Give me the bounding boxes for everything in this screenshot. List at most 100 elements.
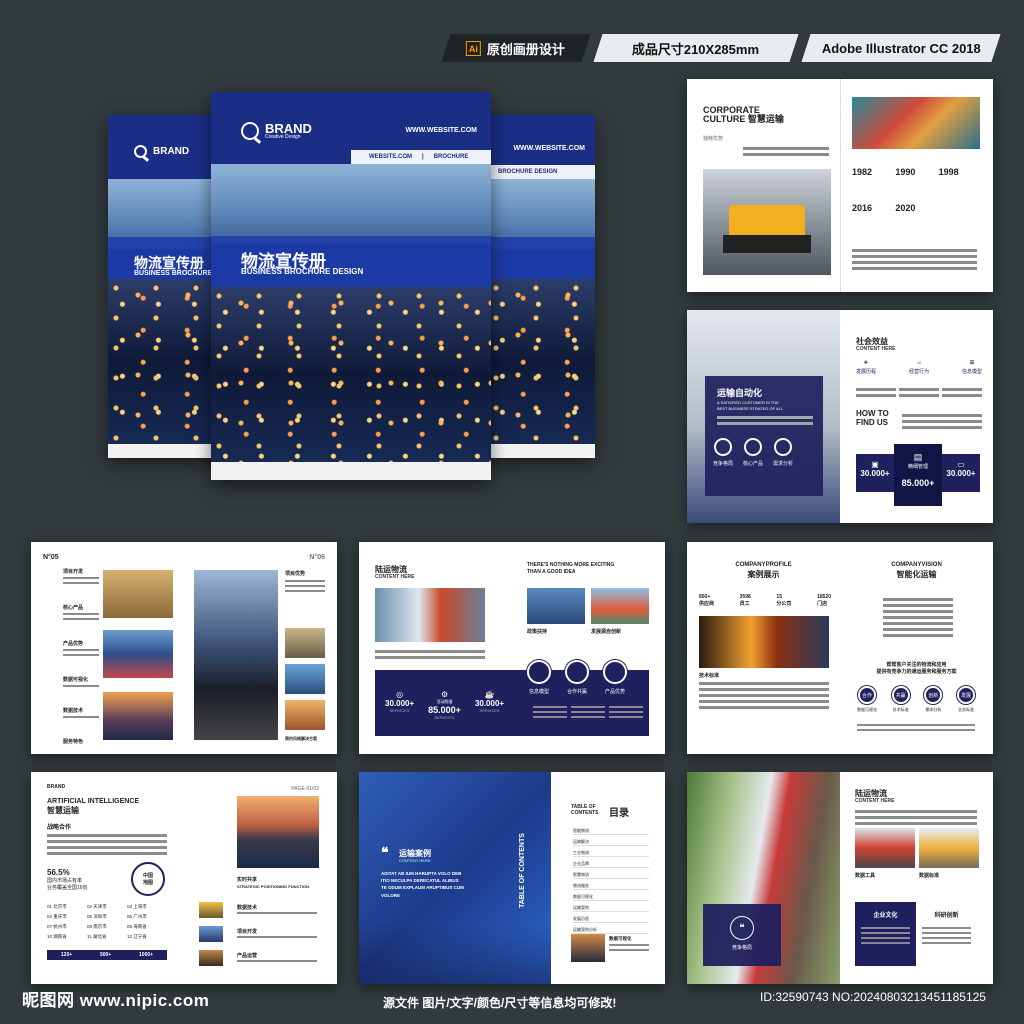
spread-land-logistics: 陆运物流 CONTENT HERE THERE'S NOTHING MORE E… — [359, 542, 665, 754]
spread-n05: N°05 N°06 项目开发 核心产品 产品优势 数据可视化 数据技术 服务特色… — [31, 542, 337, 754]
ai-right-item-5: 产品运营 — [237, 953, 258, 959]
brand-logo-icon — [241, 122, 259, 140]
train-truck-photo — [855, 828, 915, 868]
train-cap2: 数据标准 — [919, 873, 940, 879]
small-photo-3 — [285, 700, 325, 730]
target-icon: ◎ — [396, 690, 404, 699]
culture-robot-photo — [703, 169, 831, 275]
land-train-photo — [375, 588, 485, 642]
small-photo-2 — [285, 664, 325, 694]
list-icon: ☰ — [969, 360, 975, 366]
spread1-right-label: 项目优势 — [285, 571, 306, 577]
toc-list: 智能物流 运输解决 工业物流 企业品牌 智慧物流 物流服务 数据可视化 运输案例… — [573, 828, 649, 934]
spread-corporate-culture: CORPORATE CULTURE 智慧运输 独特优势 1982 1990 19… — [687, 79, 993, 292]
footer-id: ID:32590743 NO:20240803213451185125 — [760, 990, 986, 1004]
small-photo-1 — [285, 628, 325, 658]
profile-nums: 850+ 供应商 3598 员工 15 分公司 18520 门店 — [699, 594, 831, 607]
spread-company-profile: COMPANYPROFILE 案例展示 850+ 供应商 3598 员工 15 分公司 … — [687, 542, 993, 754]
land-cap2: 发展源自创新 — [591, 629, 622, 635]
cover-front-brand: BRAND Creative Design — [241, 122, 312, 140]
train-subtitle: CONTENT HERE — [855, 798, 895, 804]
cover-back-right: WWW.WEBSITE.COM BROCHURE DESIGN — [488, 115, 595, 458]
plane-ship-photo — [194, 570, 278, 740]
social-stat-right: ▭ 30.000+ — [942, 454, 980, 492]
profile-quote: 帮帮客户关注的物流和应用 提供有竞争力的通运服务和服务方案 — [876, 662, 957, 675]
social-items: ✈ 发展历程 ☺ 经营行为 ☰ 信息模型 — [856, 360, 982, 375]
gear-icon: ⚙ — [440, 690, 449, 699]
cover-back-right-bar: BROCHURE DESIGN — [498, 169, 558, 175]
banner-design-tag: Ai 原创画册设计 — [441, 34, 591, 62]
ai-page: PAGE-01/02 — [291, 786, 319, 792]
ai-pct: 56.5% — [47, 868, 70, 877]
land-cap1: 政策扶持 — [527, 629, 548, 635]
social-how: HOW TO FIND US — [856, 409, 889, 427]
people-icon — [744, 438, 763, 456]
social-subtitle: CONTENT HERE — [856, 346, 896, 352]
cover-back-left-subtitle: BUSINESS BROCHURE — [134, 270, 213, 277]
train-bottom-panel: 企业文化 科研创新 — [855, 902, 977, 966]
cover-front: BRAND Creative Design WWW.WEBSITE.COM WE… — [211, 92, 491, 480]
gear-icon — [714, 438, 732, 456]
profile-circles: 合作 数据可视化 共赢 技术标准 创新 需求分析 发展 业务标准 — [857, 686, 975, 713]
ai-right-item-3: 数据技术 — [237, 905, 258, 911]
ai-right-item-1: 实时共享 — [237, 877, 258, 883]
profile-right-title: COMPANYVISION 智能化运输 — [891, 562, 942, 579]
ai-map-circle: 中国 地图 — [131, 862, 165, 896]
toc-side-text: TABLE OF CONTENTS — [519, 833, 526, 908]
ai-right-item-4: 项目开发 — [237, 929, 258, 935]
ship-photo — [103, 692, 173, 740]
user-icon: ☺ — [916, 360, 922, 366]
spread1-page-right: N°06 — [309, 554, 325, 561]
settings-icon — [603, 660, 627, 684]
ai-sub: 战略合作 — [47, 825, 72, 831]
cover-back-left-brand: BRAND — [134, 145, 189, 158]
cup-icon: ☕ — [484, 690, 495, 699]
land-subtitle: CONTENT HERE — [375, 574, 415, 580]
culture-years: 1982 1990 1998 2016 2020 — [852, 167, 959, 213]
document-icon: ▤ — [913, 452, 923, 462]
cover-back-right-website: WWW.WEBSITE.COM — [513, 145, 585, 152]
monitor-icon: ▭ — [957, 460, 965, 469]
spread1-labels: 项目开发 核心产品 产品优势 数据可视化 数据技术 服务特色 — [63, 568, 99, 745]
spread-social-benefit: 运输自动化 A SATISFIED CUSTOMER IS THE BEST BU… — [687, 310, 993, 523]
train-cap1: 数据工具 — [855, 873, 876, 879]
ai-pct-text: 国内市场占有率 业务覆盖全国16省 — [47, 878, 88, 891]
spread1-page-left: N°05 — [43, 554, 59, 561]
banner-design-text: 原创画册设计 — [487, 41, 566, 57]
cover-front-bar: WEBSITE.COM|BROCHURE DESIGN — [351, 150, 491, 174]
toc-case-sub: CONTENT HERE — [399, 858, 431, 863]
location-icon — [527, 660, 551, 684]
toc-thumb — [571, 934, 605, 962]
land-photo-b — [591, 588, 649, 624]
banner-size-text: 成品尺寸210X285mm — [632, 41, 760, 57]
chart-icon — [774, 438, 793, 456]
cover-front-website: WWW.WEBSITE.COM — [405, 127, 477, 134]
cover-front-subtitle: BUSINESS BROCHURE DESIGN — [241, 267, 364, 276]
brand-logo-icon — [134, 145, 147, 158]
spread-train: ❝ 竞争格局 陆运物流 CONTENT HERE 数据工具 数据标准 企业文化 … — [687, 772, 993, 984]
ai-ship-photo — [237, 796, 319, 868]
ai-title: ARTIFICIAL INTELLIGENCE 智慧运输 — [47, 798, 140, 816]
land-stats-panel: ◎ 30.000+ SERVICES ⚙ 活动频道 85.000+ SERVICES ☕ 3… — [375, 660, 649, 736]
social-auto-panel: 运输自动化 A SATISFIED CUSTOMER IS THE BEST BU… — [705, 376, 823, 496]
spread-table-of-contents: ❝ 运输案例 CONTENT HERE ADITAT AB IUM HARUPT… — [359, 772, 665, 984]
warehouse-photo — [103, 570, 173, 618]
plane-icon: ✈ — [863, 360, 869, 366]
train-worker-photo — [919, 828, 979, 868]
social-stat-left: ▣ 30.000+ — [856, 454, 894, 492]
culture-title: CORPORATE CULTURE 智慧运输 — [703, 105, 784, 124]
quote-icon: ❝ — [730, 916, 754, 940]
profile-ship-photo — [699, 616, 829, 668]
footer-watermark: 昵图网 www.nipic.com — [22, 991, 210, 1010]
profile-tech: 技术标准 — [699, 673, 720, 679]
illustrator-icon: Ai — [466, 40, 482, 56]
toc-title: 目录 — [609, 808, 629, 819]
handshake-icon — [565, 660, 589, 684]
banner-size-tag: 成品尺寸210X285mm — [593, 34, 799, 62]
ai-brand: BRAND — [47, 784, 66, 790]
train-panel: ❝ 竞争格局 — [703, 904, 781, 966]
ai-cities: 01 北京市 02 天津市 03 上海市 04 重庆市 05 深圳市 06 广州市 07… — [47, 904, 147, 939]
profile-left-title: COMPANYPROFILE 案例展示 — [735, 562, 792, 579]
social-stat-mid: ▤ 精细管理 85.000+ — [894, 444, 942, 506]
clipboard-icon: ▣ — [871, 460, 879, 469]
